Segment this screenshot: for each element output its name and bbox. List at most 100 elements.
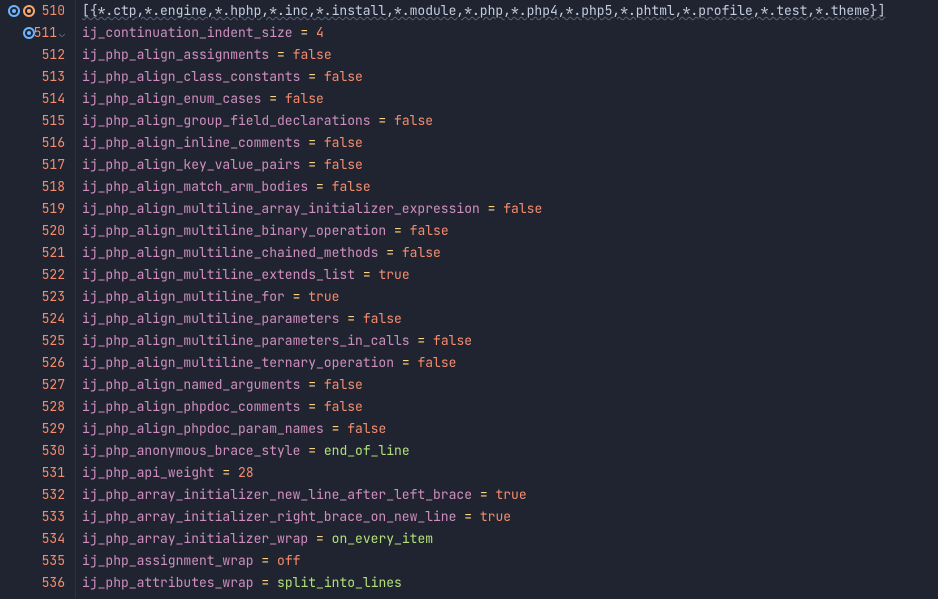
config-value: end_of_line bbox=[324, 442, 410, 459]
equals-sign: = bbox=[308, 134, 316, 151]
line-number: 536 bbox=[0, 572, 75, 594]
line-number: 530 bbox=[0, 440, 75, 462]
config-value: false bbox=[285, 90, 324, 107]
config-line[interactable]: ij_php_array_initializer_right_brace_on_… bbox=[82, 506, 938, 528]
config-key: ij_php_align_multiline_binary_operation bbox=[82, 222, 386, 239]
config-key: ij_php_align_named_arguments bbox=[82, 376, 300, 393]
line-number: 520 bbox=[0, 220, 75, 242]
line-number: 511⌄ bbox=[0, 22, 75, 44]
config-value: false bbox=[324, 156, 363, 173]
line-number: 515 bbox=[0, 110, 75, 132]
config-line[interactable]: ij_php_align_class_constants = false bbox=[82, 66, 938, 88]
config-line[interactable]: ij_php_api_weight = 28 bbox=[82, 462, 938, 484]
line-number: 517 bbox=[0, 154, 75, 176]
target-icon bbox=[23, 27, 35, 39]
config-key: ij_php_align_multiline_chained_methods bbox=[82, 244, 378, 261]
equals-sign: = bbox=[363, 266, 371, 283]
config-line[interactable]: ij_php_align_group_field_declarations = … bbox=[82, 110, 938, 132]
line-number-gutter: 510511⌄512513514515516517518519520521522… bbox=[0, 0, 76, 599]
line-number: 532 bbox=[0, 484, 75, 506]
gutter-icons bbox=[8, 0, 35, 22]
config-line[interactable]: ij_php_anonymous_brace_style = end_of_li… bbox=[82, 440, 938, 462]
config-key: ij_php_align_multiline_parameters_in_cal… bbox=[82, 332, 410, 349]
config-line[interactable]: ij_php_align_multiline_ternary_operation… bbox=[82, 352, 938, 374]
config-key: ij_php_attributes_wrap bbox=[82, 574, 254, 591]
config-value: 4 bbox=[316, 24, 324, 41]
config-line[interactable]: ij_php_align_key_value_pairs = false bbox=[82, 154, 938, 176]
equals-sign: = bbox=[386, 244, 394, 261]
equals-sign: = bbox=[347, 310, 355, 327]
config-value: false bbox=[417, 354, 456, 371]
equals-sign: = bbox=[332, 420, 340, 437]
code-editor[interactable]: 510511⌄512513514515516517518519520521522… bbox=[0, 0, 938, 599]
equals-sign: = bbox=[480, 486, 488, 503]
line-number: 534 bbox=[0, 528, 75, 550]
config-line[interactable]: ij_php_align_multiline_for = true bbox=[82, 286, 938, 308]
target-icon bbox=[23, 5, 35, 17]
line-number: 525 bbox=[0, 330, 75, 352]
config-line[interactable]: ij_continuation_indent_size = 4 bbox=[82, 22, 938, 44]
config-line[interactable]: ij_php_align_multiline_array_initializer… bbox=[82, 198, 938, 220]
equals-sign: = bbox=[464, 508, 472, 525]
config-key: ij_php_array_initializer_wrap bbox=[82, 530, 308, 547]
config-key: ij_php_array_initializer_right_brace_on_… bbox=[82, 508, 456, 525]
line-number: 516 bbox=[0, 132, 75, 154]
config-line[interactable]: ij_php_attributes_wrap = split_into_line… bbox=[82, 572, 938, 594]
config-line[interactable]: ij_php_align_inline_comments = false bbox=[82, 132, 938, 154]
equals-sign: = bbox=[308, 442, 316, 459]
config-line[interactable]: ij_php_align_match_arm_bodies = false bbox=[82, 176, 938, 198]
config-line[interactable]: ij_php_align_multiline_parameters = fals… bbox=[82, 308, 938, 330]
config-line[interactable]: ij_php_align_multiline_parameters_in_cal… bbox=[82, 330, 938, 352]
config-value: false bbox=[433, 332, 472, 349]
equals-sign: = bbox=[308, 68, 316, 85]
config-value: false bbox=[410, 222, 449, 239]
line-number: 533 bbox=[0, 506, 75, 528]
config-value: 28 bbox=[238, 464, 254, 481]
line-number: 531 bbox=[0, 462, 75, 484]
equals-sign: = bbox=[394, 222, 402, 239]
config-line[interactable]: ij_php_align_multiline_binary_operation … bbox=[82, 220, 938, 242]
equals-sign: = bbox=[277, 46, 285, 63]
target-icon bbox=[8, 5, 20, 17]
config-line[interactable]: ij_php_align_phpdoc_param_names = false bbox=[82, 418, 938, 440]
config-key: ij_php_anonymous_brace_style bbox=[82, 442, 300, 459]
config-line[interactable]: ij_php_array_initializer_new_line_after_… bbox=[82, 484, 938, 506]
config-line[interactable]: ij_php_align_phpdoc_comments = false bbox=[82, 396, 938, 418]
config-value: off bbox=[277, 552, 300, 569]
line-number: 510 bbox=[0, 0, 75, 22]
config-key: ij_php_api_weight bbox=[82, 464, 215, 481]
config-line[interactable]: ij_php_align_assignments = false bbox=[82, 44, 938, 66]
line-number: 518 bbox=[0, 176, 75, 198]
config-key: ij_php_align_multiline_extends_list bbox=[82, 266, 355, 283]
config-key: ij_php_align_match_arm_bodies bbox=[82, 178, 308, 195]
config-key: ij_php_align_multiline_for bbox=[82, 288, 285, 305]
line-number: 519 bbox=[0, 198, 75, 220]
config-line[interactable]: ij_php_array_initializer_wrap = on_every… bbox=[82, 528, 938, 550]
config-key: ij_php_align_multiline_array_initializer… bbox=[82, 200, 480, 217]
equals-sign: = bbox=[261, 552, 269, 569]
line-number: 522 bbox=[0, 264, 75, 286]
config-line[interactable]: ij_php_align_named_arguments = false bbox=[82, 374, 938, 396]
equals-sign: = bbox=[488, 200, 496, 217]
config-line[interactable]: ij_php_align_enum_cases = false bbox=[82, 88, 938, 110]
config-value: true bbox=[495, 486, 526, 503]
equals-sign: = bbox=[308, 156, 316, 173]
config-line[interactable]: ij_php_assignment_wrap = off bbox=[82, 550, 938, 572]
gutter-icons bbox=[23, 22, 35, 44]
config-line[interactable]: ij_php_align_multiline_extends_list = tr… bbox=[82, 264, 938, 286]
section-header-line[interactable]: [{*.ctp,*.engine,*.hphp,*.inc,*.install,… bbox=[82, 0, 938, 22]
equals-sign: = bbox=[402, 354, 410, 371]
config-value: false bbox=[394, 112, 433, 129]
code-area[interactable]: [{*.ctp,*.engine,*.hphp,*.inc,*.install,… bbox=[76, 0, 938, 599]
config-value: false bbox=[402, 244, 441, 261]
config-key: ij_continuation_indent_size bbox=[82, 24, 293, 41]
equals-sign: = bbox=[417, 332, 425, 349]
equals-sign: = bbox=[261, 574, 269, 591]
config-key: ij_php_align_assignments bbox=[82, 46, 269, 63]
line-number: 513 bbox=[0, 66, 75, 88]
config-key: ij_php_align_class_constants bbox=[82, 68, 300, 85]
config-value: false bbox=[324, 398, 363, 415]
fold-chevron-down-icon[interactable]: ⌄ bbox=[59, 27, 65, 40]
equals-sign: = bbox=[308, 376, 316, 393]
config-line[interactable]: ij_php_align_multiline_chained_methods =… bbox=[82, 242, 938, 264]
